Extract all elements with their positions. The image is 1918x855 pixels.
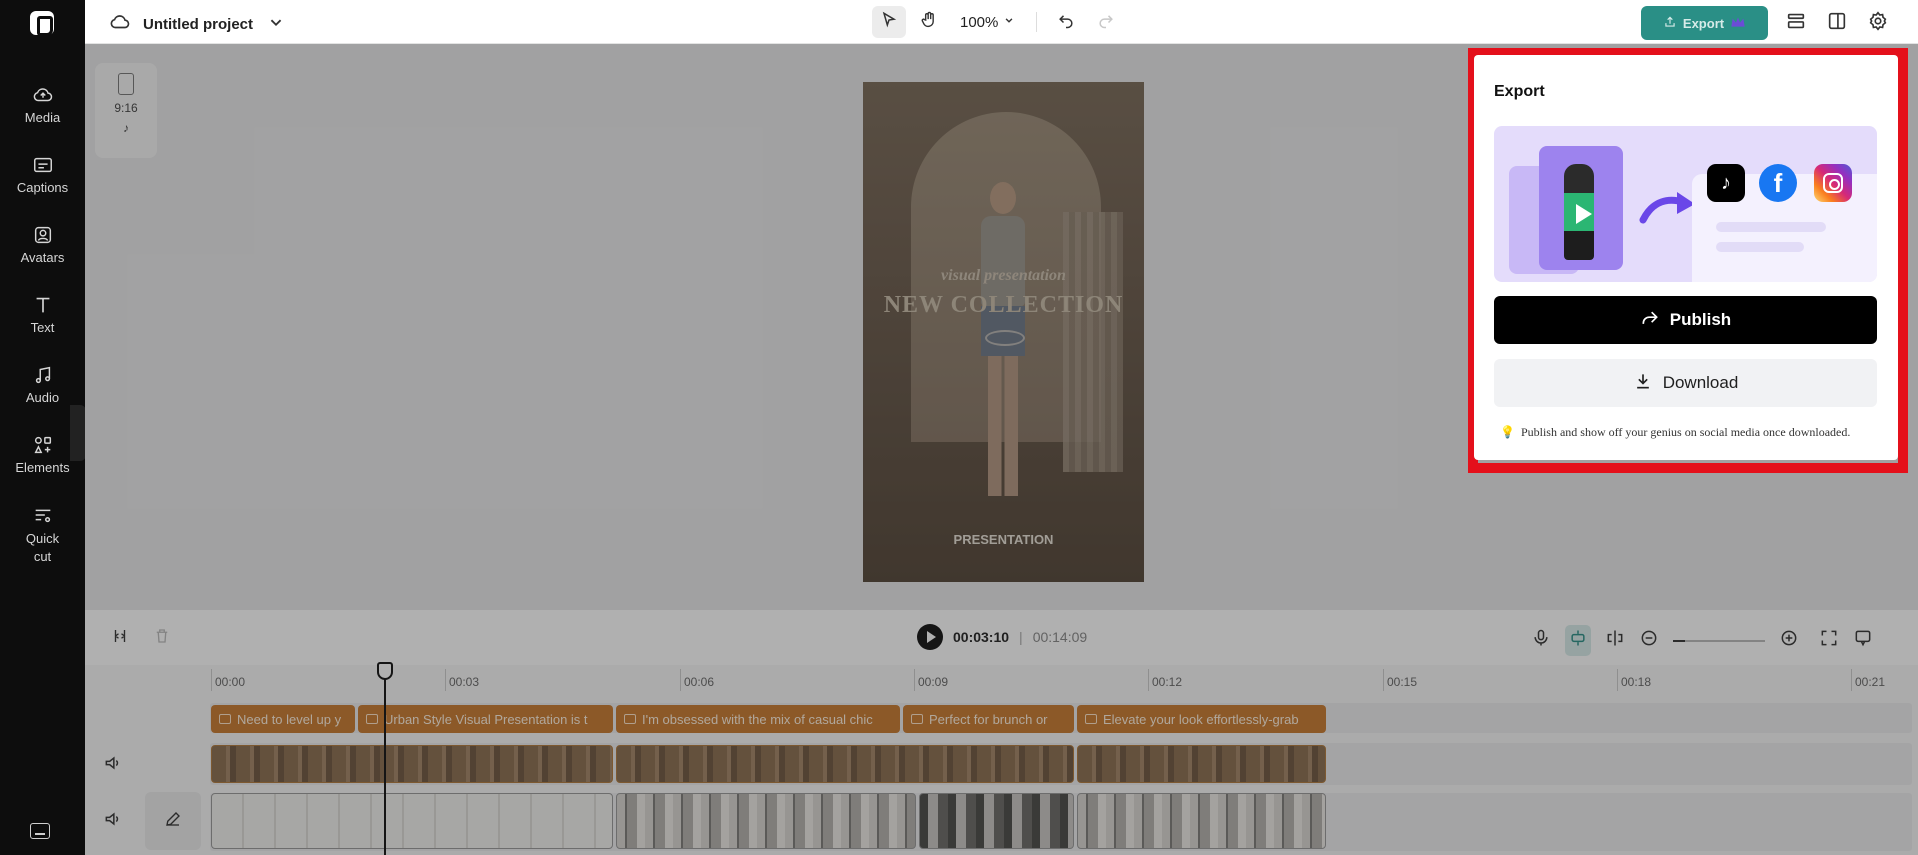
sidebar-item-media[interactable]: Media xyxy=(0,84,85,125)
sidebar-item-quick-cut[interactable]: Quick cut xyxy=(0,504,85,566)
tiktok-icon: ♪ xyxy=(1707,164,1745,202)
redo-button[interactable] xyxy=(1089,6,1123,38)
music-note-icon xyxy=(32,364,54,386)
illustration-bar xyxy=(1716,222,1826,232)
export-button[interactable]: Export xyxy=(1641,6,1768,40)
sidebar-item-avatars[interactable]: Avatars xyxy=(0,224,85,265)
sidebar-item-label: Text xyxy=(30,320,55,335)
publish-button-label: Publish xyxy=(1669,310,1732,329)
canvas-tools: 100% xyxy=(872,6,1123,38)
export-panel: Export ♪ f Publish Download 💡 Publish an… xyxy=(1474,55,1898,460)
sidebar-item-label: Quick cut xyxy=(25,531,60,564)
elements-icon xyxy=(32,434,54,456)
undo-icon xyxy=(1056,10,1076,35)
illustration-bar xyxy=(1716,242,1804,252)
project-title[interactable]: Untitled project xyxy=(143,16,253,33)
zoom-level: 100% xyxy=(960,13,999,31)
download-icon xyxy=(1633,371,1653,396)
layers-icon[interactable] xyxy=(1785,10,1807,37)
export-hint-text: Publish and show off your genius on soci… xyxy=(1520,425,1851,439)
keyboard-shortcuts-icon[interactable] xyxy=(30,823,50,839)
download-button[interactable]: Download xyxy=(1494,359,1877,407)
sidebar-item-label: Avatars xyxy=(20,250,65,265)
project-menu[interactable]: Untitled project xyxy=(109,11,287,37)
sidebar-item-label: Media xyxy=(24,110,61,125)
export-button-label: Export xyxy=(1682,15,1725,31)
top-bar: Untitled project 100% Export xyxy=(85,0,1918,44)
undo-button[interactable] xyxy=(1049,6,1083,38)
sidebar-item-label: Elements xyxy=(15,460,70,475)
divider xyxy=(1036,12,1038,32)
gear-icon[interactable] xyxy=(1867,10,1889,37)
export-hint: 💡 Publish and show off your genius on so… xyxy=(1500,425,1850,440)
sidebar-item-label: Audio xyxy=(25,390,60,405)
captions-icon xyxy=(32,154,54,176)
chevron-down-icon[interactable] xyxy=(265,11,287,37)
chevron-down-icon xyxy=(1002,13,1016,31)
zoom-dropdown[interactable]: 100% xyxy=(952,13,1024,31)
crown-icon xyxy=(1730,16,1746,31)
hand-tool-button[interactable] xyxy=(912,6,946,38)
facebook-icon: f xyxy=(1759,164,1797,202)
download-button-label: Download xyxy=(1662,373,1739,392)
redo-icon xyxy=(1096,10,1116,35)
cloud-upload-icon xyxy=(32,84,54,106)
arrow-right-icon xyxy=(1639,192,1695,224)
avatar-icon xyxy=(32,224,54,246)
scissors-icon xyxy=(32,504,54,526)
instagram-icon xyxy=(1814,164,1852,202)
app-logo[interactable] xyxy=(30,11,54,36)
select-tool-button[interactable] xyxy=(872,6,906,38)
lightbulb-icon: 💡 xyxy=(1500,425,1515,439)
sidebar-collapse-handle[interactable] xyxy=(70,405,86,461)
hand-icon xyxy=(919,10,939,35)
sidebar-item-audio[interactable]: Audio xyxy=(0,364,85,405)
share-icon xyxy=(1663,15,1677,32)
sidebar-item-label: Captions xyxy=(16,180,69,195)
export-panel-title: Export xyxy=(1494,83,1545,100)
export-illustration: ♪ f xyxy=(1494,126,1877,282)
play-icon xyxy=(1576,204,1592,224)
sidebar-item-text[interactable]: Text xyxy=(0,294,85,335)
top-right-icons xyxy=(1785,10,1889,37)
cloud-sync-icon xyxy=(109,11,131,37)
panel-layout-icon[interactable] xyxy=(1826,10,1848,37)
sidebar-item-captions[interactable]: Captions xyxy=(0,154,85,195)
text-icon xyxy=(32,294,54,316)
share-arrow-icon xyxy=(1640,308,1660,333)
publish-button[interactable]: Publish xyxy=(1494,296,1877,344)
pointer-icon xyxy=(879,10,899,35)
